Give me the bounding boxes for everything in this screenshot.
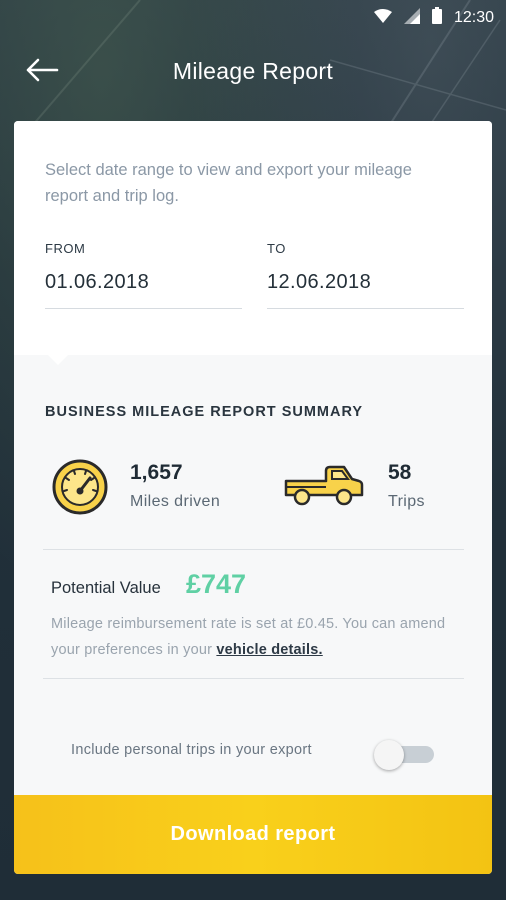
app-bar: Mileage Report	[0, 50, 506, 94]
wifi-icon	[373, 8, 392, 28]
page-title: Mileage Report	[172, 58, 334, 84]
trips-value: 58	[388, 461, 412, 484]
personal-trips-toggle[interactable]	[374, 740, 436, 770]
miles-value: 1,657	[130, 461, 183, 484]
speedometer-icon	[51, 458, 109, 521]
toggle-knob	[374, 740, 404, 770]
divider	[43, 678, 464, 679]
pickup-truck-icon	[282, 463, 364, 512]
potential-value-label: Potential Value	[51, 579, 161, 597]
personal-trips-label: Include personal trips in your export	[71, 742, 312, 758]
potential-value-amount: £747	[186, 569, 247, 599]
miles-label: Miles driven	[130, 493, 221, 510]
reimbursement-text: Mileage reimbursement rate is set at £0.…	[51, 611, 451, 663]
signal-icon	[403, 7, 420, 29]
intro-text: Select date range to view and export you…	[45, 161, 412, 205]
to-date-field[interactable]: 12.06.2018	[267, 271, 371, 294]
section-notch	[46, 353, 70, 365]
vehicle-details-link[interactable]: vehicle details.	[216, 642, 322, 658]
status-bar: 12:30	[0, 0, 506, 36]
status-time: 12:30	[453, 9, 494, 26]
to-label: TO	[267, 241, 286, 256]
from-date-field[interactable]: 01.06.2018	[45, 271, 149, 294]
to-underline	[267, 308, 464, 309]
report-card: Select date range to view and export you…	[14, 121, 492, 874]
trips-label: Trips	[388, 493, 425, 510]
from-label: FROM	[45, 241, 86, 256]
divider	[43, 549, 464, 550]
battery-icon	[431, 7, 442, 29]
from-underline	[45, 308, 242, 309]
summary-title: BUSINESS MILEAGE REPORT SUMMARY	[45, 404, 364, 420]
download-report-button[interactable]: Download report	[14, 795, 492, 874]
